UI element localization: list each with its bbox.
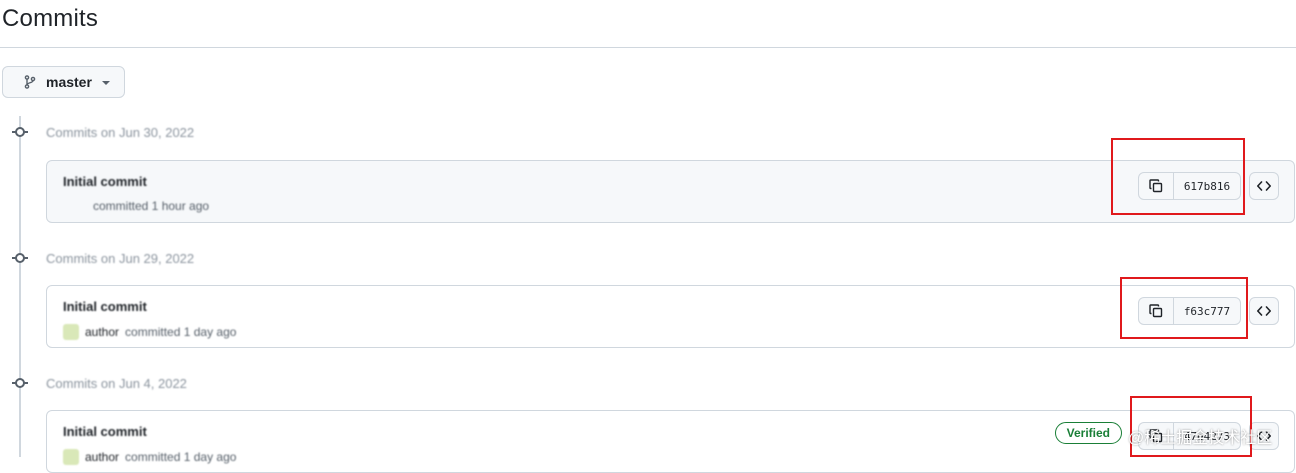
git-branch-icon bbox=[24, 75, 36, 89]
code-icon bbox=[1257, 306, 1271, 316]
git-commit-icon bbox=[10, 252, 30, 264]
commit-group-header: Commits on Jun 30, 2022 bbox=[10, 122, 194, 142]
commit-meta: author committed 1 day ago bbox=[63, 324, 236, 340]
branch-name: master bbox=[46, 74, 92, 90]
commit-group-date: Commits on Jun 30, 2022 bbox=[46, 124, 195, 140]
commit-group-header: Commits on Jun 4, 2022 bbox=[10, 373, 187, 393]
code-icon bbox=[1257, 181, 1271, 191]
watermark: @稀土掘金技术社区 bbox=[1128, 430, 1273, 447]
commit-row: Initial commit author committed 1 day ag… bbox=[46, 285, 1295, 348]
copy-icon bbox=[1149, 179, 1163, 193]
sha-button-group: 617b816 bbox=[1138, 172, 1241, 200]
commit-author[interactable]: author bbox=[85, 450, 119, 464]
avatar[interactable] bbox=[63, 449, 79, 465]
browse-repo-button[interactable] bbox=[1249, 172, 1279, 200]
chevron-down-icon bbox=[101, 81, 110, 85]
title-divider bbox=[0, 47, 1296, 48]
commit-meta-text: committed 1 day ago bbox=[125, 325, 237, 339]
git-commit-icon bbox=[10, 377, 30, 389]
commit-sha-link[interactable]: f63c777 bbox=[1174, 298, 1240, 324]
commit-sha-link[interactable]: 617b816 bbox=[1174, 173, 1240, 199]
commit-meta: author committed 1 day ago bbox=[63, 449, 236, 465]
copy-icon bbox=[1149, 304, 1163, 318]
timeline-line bbox=[19, 116, 21, 457]
commit-row: Initial commit author committed 1 day ag… bbox=[46, 410, 1295, 473]
copy-sha-button[interactable] bbox=[1139, 173, 1174, 199]
commit-message-link[interactable]: Initial commit bbox=[63, 174, 147, 189]
browse-repo-button[interactable] bbox=[1249, 297, 1279, 325]
commit-message-link[interactable]: Initial commit bbox=[63, 299, 147, 314]
commit-meta-text: committed 1 day ago bbox=[125, 450, 237, 464]
commit-message-link[interactable]: Initial commit bbox=[63, 424, 147, 439]
commit-meta-text: committed 1 hour ago bbox=[93, 199, 210, 213]
copy-sha-button[interactable] bbox=[1139, 298, 1174, 324]
commit-author[interactable]: author bbox=[85, 325, 119, 339]
git-commit-icon bbox=[10, 126, 30, 138]
commit-meta: committed 1 hour ago bbox=[63, 199, 209, 213]
commit-group-date: Commits on Jun 29, 2022 bbox=[46, 250, 195, 266]
commit-row: Initial commit committed 1 hour ago 617b… bbox=[46, 160, 1295, 223]
verified-badge[interactable]: Verified bbox=[1054, 422, 1122, 444]
sha-button-group: f63c777 bbox=[1138, 297, 1241, 325]
page-title: Commits bbox=[2, 5, 99, 32]
commit-group-header: Commits on Jun 29, 2022 bbox=[10, 248, 194, 268]
branch-selector-button[interactable]: master bbox=[2, 66, 125, 98]
avatar[interactable] bbox=[63, 324, 79, 340]
commit-group-date: Commits on Jun 4, 2022 bbox=[46, 375, 187, 391]
